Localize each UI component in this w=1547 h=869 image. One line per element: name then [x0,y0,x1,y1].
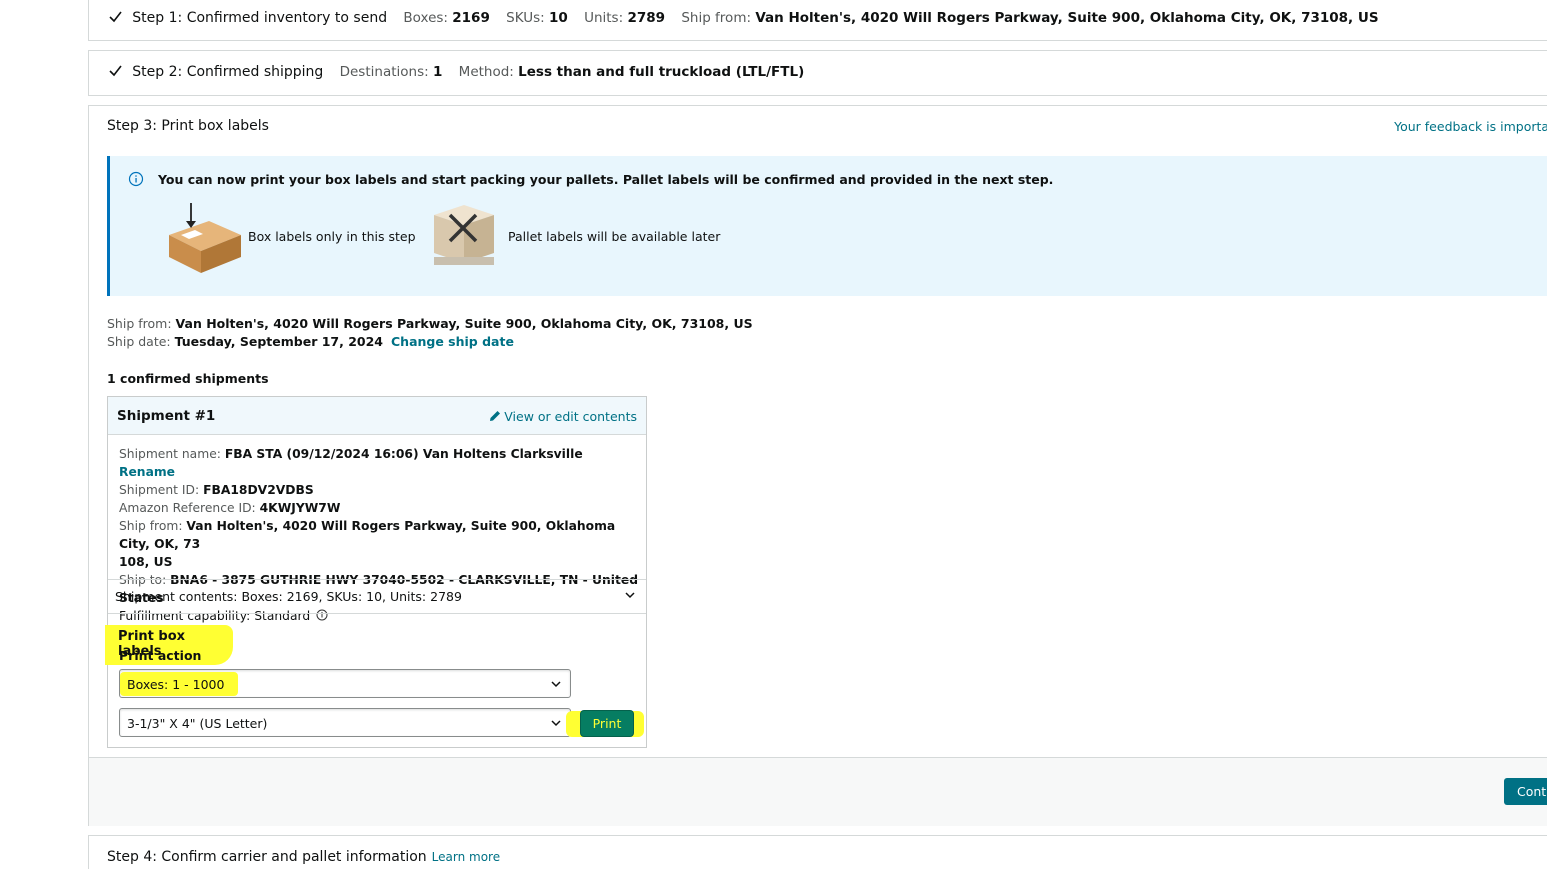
reference-id-row: Amazon Reference ID: 4KWJYW7W [119,499,639,517]
info-message: You can now print your box labels and st… [158,172,1054,187]
view-edit-contents-link[interactable]: View or edit contents [489,409,637,424]
shipment-from-row: Ship from: Van Holten's, 4020 Will Roger… [119,517,639,553]
shipfrom-value: Van Holten's, 4020 Will Rogers Parkway, … [755,10,1379,26]
label-size-select[interactable]: 3-1/3" X 4" (US Letter) [119,708,571,737]
chevron-down-icon [625,592,635,599]
shipment-title: Shipment #1 [117,408,216,424]
step3-card: Step 3: Print box labels Your feedback i… [88,105,1547,826]
shipment-card: Shipment #1 View or edit contents Shipme… [105,396,647,748]
checkmark-icon [109,11,122,23]
boxes-range-select[interactable]: Boxes: 1 - 1000 [119,669,571,698]
boxes-range-value: Boxes: 1 - 1000 [127,677,225,692]
shipment-from-row-cont: 108, US [119,553,639,571]
confirmed-count: 1 confirmed shipments [107,371,269,386]
checkmark-icon [109,65,122,77]
method-value: Less than and full truckload (LTL/FTL) [518,64,805,80]
shipment-from-label: Ship from: [119,519,183,533]
step2-title: Step 2: Confirmed shipping [132,64,324,80]
reference-id-label: Amazon Reference ID: [119,501,256,515]
feedback-link[interactable]: Your feedback is importan [1394,119,1547,134]
shipment-id-label: Shipment ID: [119,483,200,497]
method-label: Method: [458,64,514,80]
chevron-down-icon [551,681,561,688]
shipment-id-row: Shipment ID: FBA18DV2VDBS [119,481,639,499]
skus-label: SKUs: [506,10,545,26]
shipment-name-row: Shipment name: FBA STA (09/12/2024 16:06… [119,445,639,481]
shipment-contents-text: Shipment contents: Boxes: 2169, SKUs: 10… [115,589,462,604]
ship-date-row: Ship date: Tuesday, September 17, 2024 C… [107,334,514,349]
label-size-value: 3-1/3" X 4" (US Letter) [127,716,268,731]
reference-id-value: 4KWJYW7W [259,501,341,515]
step2-card: Step 2: Confirmed shipping Destinations:… [88,50,1547,96]
boxes-value: 2169 [452,10,490,26]
info-alert: You can now print your box labels and st… [107,156,1547,296]
ship-from-row: Ship from: Van Holten's, 4020 Will Roger… [107,316,753,331]
print-button[interactable]: Print [580,710,634,737]
shipfrom-label: Ship from: [681,10,752,26]
info-icon [128,171,144,187]
skus-value: 10 [548,10,568,26]
chevron-down-icon [551,720,561,727]
step3-footer: Conti [89,758,1547,826]
ship-from-label: Ship from: [107,316,172,331]
units-value: 2789 [627,10,666,26]
step4-card: Step 4: Confirm carrier and pallet infor… [88,835,1547,869]
pencil-icon [490,411,501,421]
step1-row: Step 1: Confirmed inventory to send Boxe… [109,10,1379,26]
shipment-from-value-cont: 108, US [119,555,173,569]
shipment-name-label: Shipment name: [119,447,221,461]
step1-card: Step 1: Confirmed inventory to send Boxe… [88,0,1547,41]
boxes-label: Boxes: [403,10,448,26]
box-caption: Box labels only in this step [248,229,416,244]
destinations-value: 1 [432,64,443,80]
print-action-label: Print action [119,648,202,663]
step4-title: Step 4: Confirm carrier and pallet infor… [107,849,427,865]
learn-more-link[interactable]: Learn more [432,850,500,864]
box-label-icon [169,203,241,273]
shipment-id-value: FBA18DV2VDBS [203,483,314,497]
shipment-header: Shipment #1 View or edit contents [108,397,646,435]
pallet-caption: Pallet labels will be available later [508,229,721,244]
view-edit-contents-label: View or edit contents [504,409,637,424]
step1-title: Step 1: Confirmed inventory to send [132,10,388,26]
change-ship-date-link[interactable]: Change ship date [391,334,514,349]
units-label: Units: [584,10,624,26]
continue-button[interactable]: Conti [1504,778,1547,805]
shipment-contents-expander[interactable]: Shipment contents: Boxes: 2169, SKUs: 10… [108,579,646,614]
ship-date-label: Ship date: [107,334,171,349]
step2-row: Step 2: Confirmed shipping Destinations:… [109,64,804,80]
step3-title: Step 3: Print box labels [107,118,269,134]
shipment-from-value: Van Holten's, 4020 Will Rogers Parkway, … [119,519,616,551]
step4-row: Step 4: Confirm carrier and pallet infor… [107,849,500,865]
destinations-label: Destinations: [339,64,429,80]
rename-link[interactable]: Rename [119,465,175,479]
pallet-x-icon [434,205,494,265]
shipment-name-value: FBA STA (09/12/2024 16:06) Van Holtens C… [224,447,583,461]
ship-date-value: Tuesday, September 17, 2024 [174,334,384,349]
ship-from-value: Van Holten's, 4020 Will Rogers Parkway, … [175,316,753,331]
